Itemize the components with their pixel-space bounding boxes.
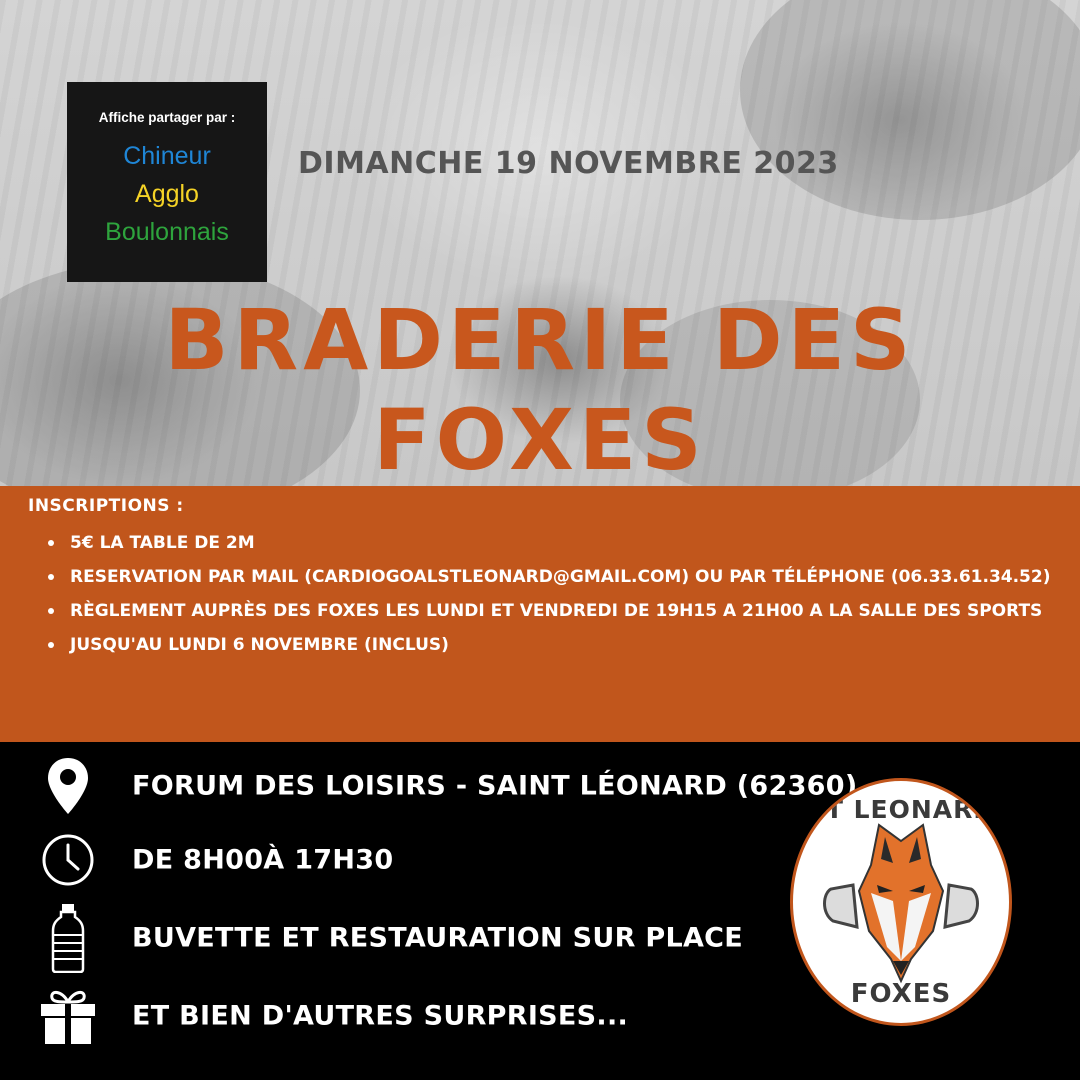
detail-location-text: FORUM DES LOISIRS - SAINT LÉONARD (62360… (132, 770, 858, 802)
share-badge-line-agglo: Agglo (135, 180, 199, 208)
detail-surprises-text: ET BIEN D'AUTRES SURPRISES... (132, 1000, 629, 1032)
share-badge-line-boulonnais: Boulonnais (105, 218, 229, 246)
detail-row-surprises: ET BIEN D'AUTRES SURPRISES... (0, 986, 790, 1046)
clock-icon (34, 830, 102, 890)
share-badge: Affiche partager par : Chineur Agglo Bou… (67, 82, 267, 282)
inscriptions-list: 5€ LA TABLE DE 2M RESERVATION PAR MAIL (… (28, 526, 1052, 662)
share-badge-line-chineur: Chineur (123, 142, 211, 170)
inscriptions-panel: INSCRIPTIONS : 5€ LA TABLE DE 2M RESERVA… (0, 486, 1080, 742)
inscriptions-item-deadline: JUSQU'AU LUNDI 6 NOVEMBRE (INCLUS) (48, 628, 1052, 662)
inscriptions-heading: INSCRIPTIONS : (28, 496, 184, 516)
detail-row-hours: DE 8H00À 17H30 (0, 830, 790, 890)
hero-photo-background: Affiche partager par : Chineur Agglo Bou… (0, 0, 1080, 520)
water-bottle-icon (34, 904, 102, 973)
event-title: BRADERIE DES FOXES (164, 291, 916, 489)
share-badge-title: Affiche partager par : (98, 110, 236, 125)
detail-row-buvette: BUVETTE ET RESTAURATION SUR PLACE (0, 904, 790, 973)
detail-buvette-text: BUVETTE ET RESTAURATION SUR PLACE (132, 922, 744, 954)
location-pin-icon (34, 756, 102, 816)
braderie-poster: Affiche partager par : Chineur Agglo Bou… (0, 0, 1080, 1080)
event-date: DIMANCHE 19 NOVEMBRE 2023 (298, 146, 839, 181)
st-leonard-foxes-logo: ST LEONARD FOXES (790, 778, 1012, 1026)
inscriptions-item-reservation: RESERVATION PAR MAIL (CARDIOGOALSTLEONAR… (48, 560, 1052, 594)
gift-icon (34, 986, 102, 1046)
logo-bottom-text: FOXES (850, 979, 952, 1009)
inscriptions-item-payment: RÈGLEMENT AUPRÈS DES FOXES LES LUNDI ET … (48, 594, 1052, 628)
detail-hours-text: DE 8H00À 17H30 (132, 844, 394, 876)
detail-row-location: FORUM DES LOISIRS - SAINT LÉONARD (62360… (0, 756, 857, 816)
logo-top-text: ST LEONARD (806, 795, 996, 824)
inscriptions-item-price: 5€ LA TABLE DE 2M (48, 526, 1052, 560)
